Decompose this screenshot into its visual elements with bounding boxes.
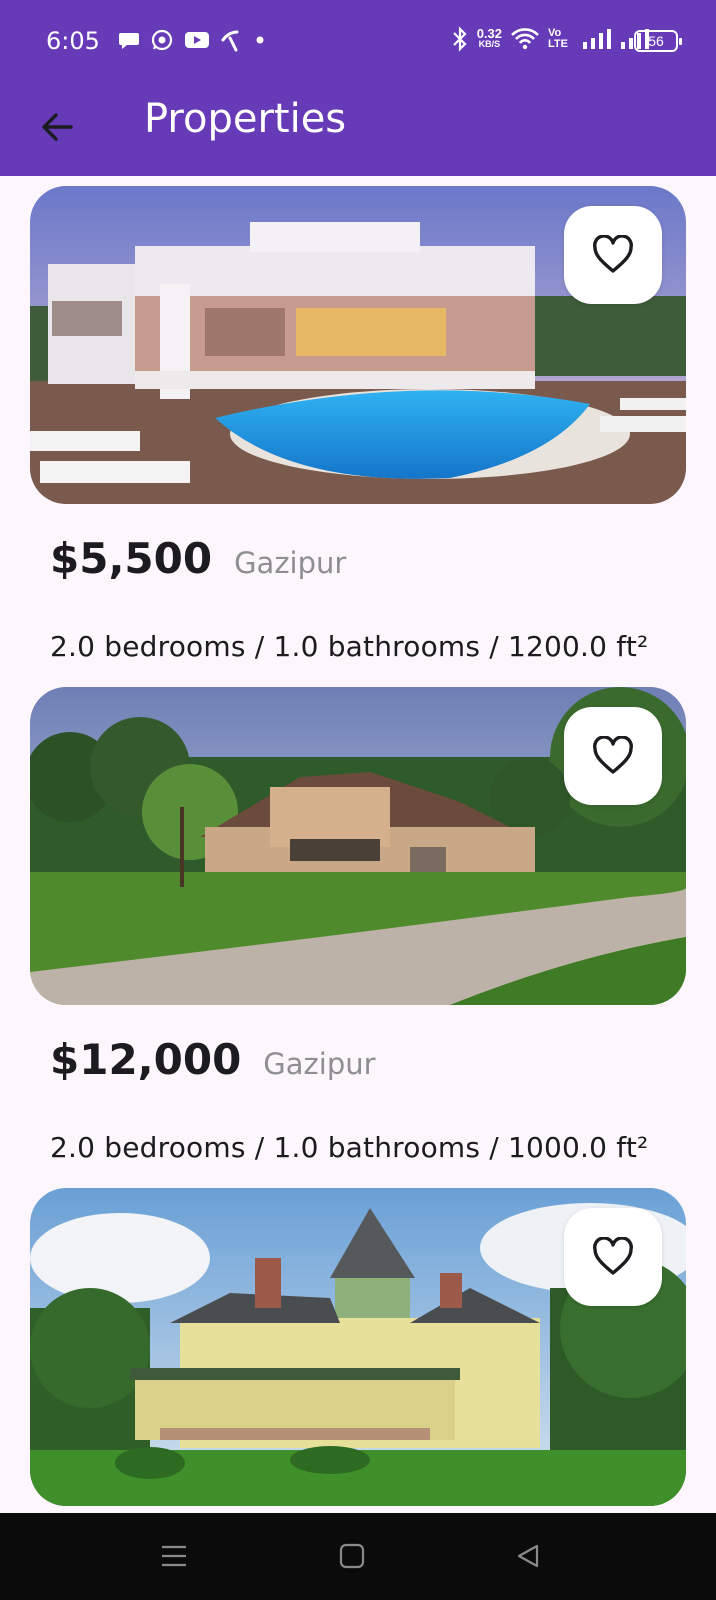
favorite-button[interactable] [564, 1208, 662, 1306]
favorite-button[interactable] [564, 707, 662, 805]
property-price: $5,500 [50, 534, 213, 583]
property-photo[interactable] [30, 687, 686, 1005]
status-time: 6:05 [46, 27, 100, 55]
property-photo[interactable] [30, 186, 686, 504]
property-details: 2.0 bedrooms / 1.0 bathrooms / 1000.0 ft… [50, 1131, 649, 1164]
favorite-button[interactable] [564, 206, 662, 304]
arrow-left-icon [42, 113, 73, 141]
heart-outline-icon [593, 736, 633, 774]
property-card[interactable]: $5,500 Gazipur 2.0 bedrooms / 1.0 bathro… [30, 186, 686, 663]
price-row: $5,500 Gazipur [50, 534, 346, 583]
signal-icon [583, 29, 611, 49]
status-bar: 6:05 0.32 KB/S Vo LTE 56 [0, 0, 716, 84]
recent-apps-button[interactable] [154, 1539, 194, 1573]
property-details: 2.0 bedrooms / 1.0 bathrooms / 1200.0 ft… [50, 630, 649, 663]
youtube-icon [185, 32, 209, 48]
back-triangle-icon [517, 1544, 539, 1568]
menu-icon [162, 1545, 186, 1567]
wifi-icon [511, 28, 539, 50]
property-price: $12,000 [50, 1035, 242, 1084]
notification-icons [118, 28, 266, 52]
net-speed-unit: KB/S [478, 39, 501, 49]
heart-outline-icon [593, 1237, 633, 1275]
net-speed-value: 0.32 [476, 26, 502, 41]
net-speed: 0.32 KB/S [476, 26, 502, 50]
chat-icon [119, 33, 139, 49]
page-title: Properties [144, 96, 347, 142]
back-button[interactable] [30, 100, 84, 154]
system-icons: 0.32 KB/S Vo LTE [451, 26, 650, 52]
bluetooth-icon [452, 26, 467, 52]
home-square-icon [339, 1543, 365, 1569]
heart-outline-icon [593, 235, 633, 273]
app-bar: Properties [0, 84, 716, 176]
property-location: Gazipur [234, 546, 347, 580]
battery-indicator: 56 [634, 30, 682, 52]
property-card[interactable] [30, 1188, 686, 1506]
property-card[interactable]: $12,000 Gazipur 2.0 bedrooms / 1.0 bathr… [30, 687, 686, 1164]
volte-label: Vo LTE [548, 27, 568, 50]
whatsapp-icon [151, 29, 173, 51]
system-nav-bar [0, 1513, 716, 1600]
property-list[interactable]: $5,500 Gazipur 2.0 bedrooms / 1.0 bathro… [0, 176, 716, 1513]
property-location: Gazipur [263, 1047, 376, 1081]
dot-icon [256, 36, 264, 44]
home-button[interactable] [332, 1539, 372, 1573]
carrier-icon [221, 30, 239, 52]
price-row: $12,000 Gazipur [50, 1035, 376, 1084]
system-back-button[interactable] [508, 1539, 548, 1573]
property-photo[interactable] [30, 1188, 686, 1506]
